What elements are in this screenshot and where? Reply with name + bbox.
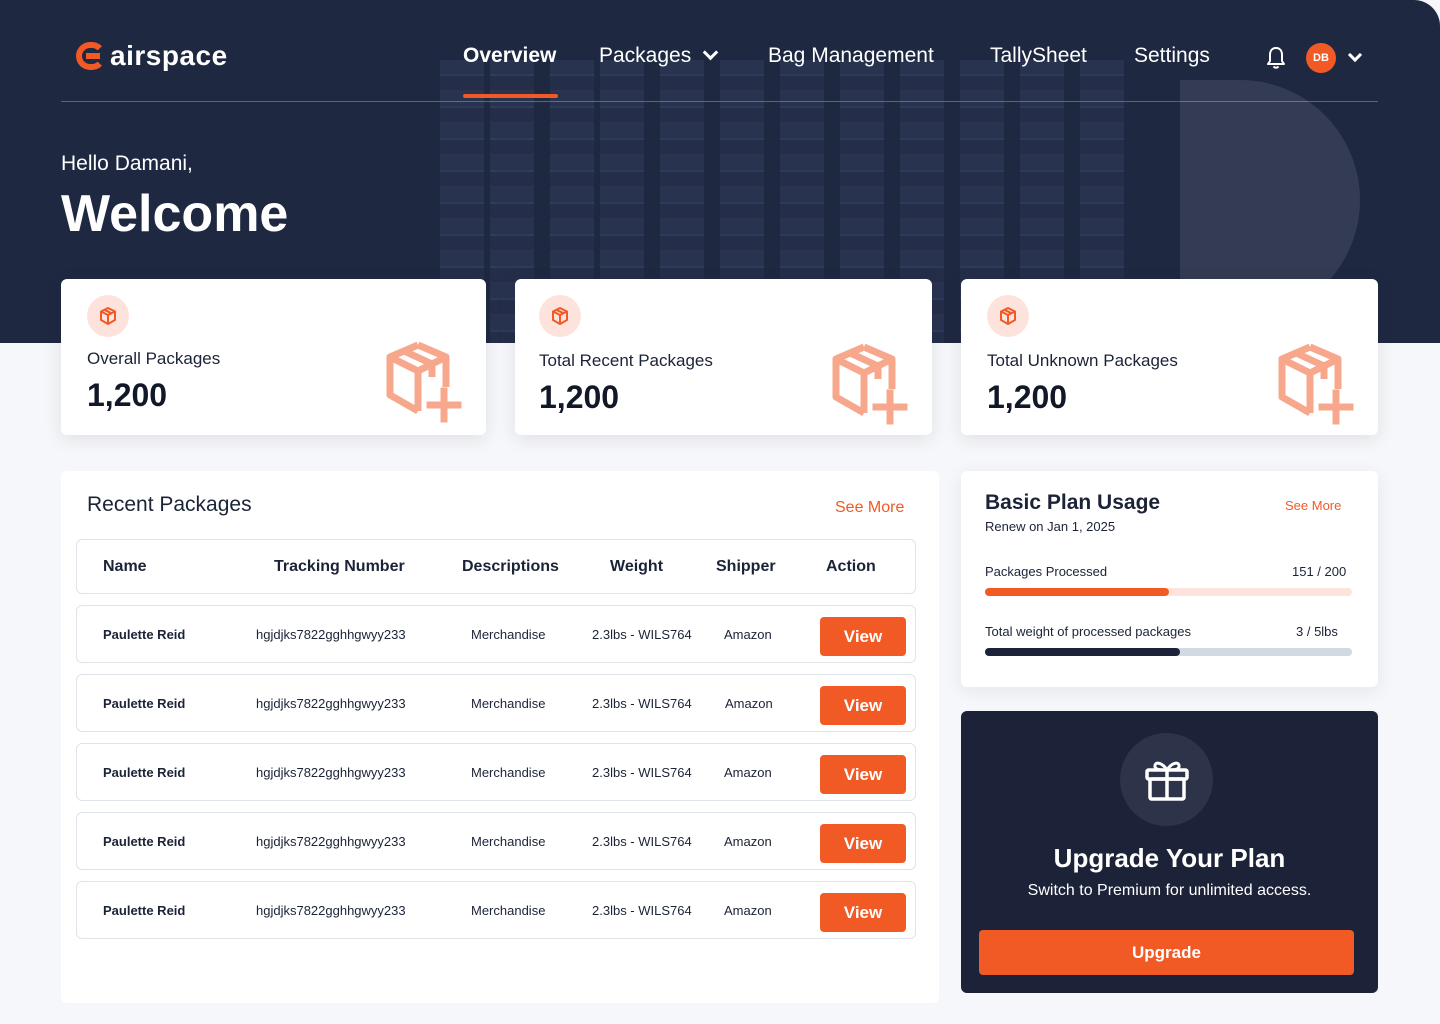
cell-name: Paulette Reid [103, 903, 186, 918]
column-header-action: Action [826, 558, 876, 575]
cell-description: Merchandise [471, 903, 546, 918]
plan-see-more-link[interactable]: See More [1285, 498, 1341, 513]
gift-icon [1120, 733, 1213, 826]
cell-tracking: hgjdjks7822gghhgwyy233 [256, 903, 406, 918]
metric-value-packages: 151 / 200 [1292, 564, 1347, 579]
package-add-icon [386, 341, 462, 423]
cell-shipper: Amazon [724, 765, 772, 780]
stat-card-overall: Overall Packages 1,200 [61, 279, 486, 435]
package-icon [539, 295, 581, 337]
weight-progress-fill [985, 648, 1180, 656]
cell-tracking: hgjdjks7822gghhgwyy233 [256, 765, 406, 780]
upgrade-button[interactable]: Upgrade [979, 930, 1354, 975]
table-row: Paulette Reid hgjdjks7822gghhgwyy233 Mer… [76, 812, 916, 870]
column-header-tracking: Tracking Number [274, 558, 405, 575]
cell-weight: 2.3lbs - WILS764 [592, 834, 692, 849]
cell-description: Merchandise [471, 696, 546, 711]
stat-value: 1,200 [987, 379, 1068, 415]
packages-progress-fill [985, 588, 1169, 596]
package-add-icon [832, 343, 908, 425]
cell-description: Merchandise [471, 834, 546, 849]
cell-shipper: Amazon [724, 627, 772, 642]
cell-description: Merchandise [471, 765, 546, 780]
user-menu-chevron-icon[interactable] [1347, 47, 1363, 63]
airspace-logo[interactable]: airspace [76, 40, 228, 72]
cell-weight: 2.3lbs - WILS764 [592, 903, 692, 918]
cell-shipper: Amazon [725, 696, 773, 711]
column-header-name: Name [103, 558, 147, 575]
packages-progress-bar [985, 588, 1352, 596]
metric-label-weight: Total weight of processed packages [985, 624, 1191, 639]
table-header: Name Tracking Number Descriptions Weight… [76, 539, 916, 594]
metric-label-packages: Packages Processed [985, 564, 1108, 579]
stat-value: 1,200 [87, 377, 168, 413]
greeting-text: Hello Damani, [61, 152, 193, 175]
upgrade-subtitle: Switch to Premium for unlimited access. [1027, 882, 1312, 899]
column-header-weight: Weight [610, 558, 664, 575]
bell-icon[interactable] [1266, 46, 1286, 70]
cell-name: Paulette Reid [103, 834, 186, 849]
welcome-title: Welcome [61, 185, 289, 243]
cell-name: Paulette Reid [103, 696, 186, 711]
nav-active-indicator [463, 94, 558, 98]
top-navigation: airspace Overview Packages Bag Managemen… [61, 0, 1378, 102]
cell-weight: 2.3lbs - WILS764 [592, 765, 692, 780]
view-button[interactable]: View [820, 686, 906, 725]
package-icon [987, 295, 1029, 337]
nav-packages[interactable]: Packages [599, 44, 719, 68]
column-header-shipper: Shipper [716, 558, 776, 575]
nav-packages-label: Packages [599, 44, 692, 67]
recent-packages-see-more-link[interactable]: See More [835, 499, 904, 517]
stat-label: Total Recent Packages [539, 351, 713, 370]
stat-card-unknown: Total Unknown Packages 1,200 [961, 279, 1378, 435]
weight-progress-bar [985, 648, 1352, 656]
plan-title: Basic Plan Usage [985, 491, 1161, 514]
cell-tracking: hgjdjks7822gghhgwyy233 [256, 627, 406, 642]
chevron-down-icon [702, 44, 719, 61]
cell-tracking: hgjdjks7822gghhgwyy233 [256, 696, 406, 711]
package-icon [87, 295, 129, 337]
airspace-logo-mark [76, 42, 106, 70]
table-row: Paulette Reid hgjdjks7822gghhgwyy233 Mer… [76, 605, 916, 663]
stat-card-recent: Total Recent Packages 1,200 [515, 279, 932, 435]
recent-packages-title: Recent Packages [87, 493, 252, 516]
plan-renew-date: Renew on Jan 1, 2025 [985, 519, 1116, 534]
table-row: Paulette Reid hgjdjks7822gghhgwyy233 Mer… [76, 674, 916, 732]
recent-packages-panel: Recent Packages See More Name Tracking N… [61, 471, 939, 1003]
cell-weight: 2.3lbs - WILS764 [592, 696, 692, 711]
view-button[interactable]: View [820, 617, 906, 656]
nav-settings[interactable]: Settings [1134, 44, 1210, 68]
cell-name: Paulette Reid [103, 765, 186, 780]
stat-value: 1,200 [539, 379, 620, 415]
metric-value-weight: 3 / 5lbs [1296, 624, 1338, 639]
stat-label: Total Unknown Packages [987, 351, 1178, 370]
plan-usage-panel: Basic Plan Usage See More Renew on Jan 1… [961, 471, 1378, 687]
airspace-logo-text: airspace [110, 40, 228, 71]
stat-label: Overall Packages [87, 349, 221, 368]
cell-description: Merchandise [471, 627, 546, 642]
user-avatar[interactable]: DB [1306, 43, 1336, 73]
package-add-icon [1278, 343, 1354, 425]
cell-tracking: hgjdjks7822gghhgwyy233 [256, 834, 406, 849]
cell-name: Paulette Reid [103, 627, 186, 642]
upgrade-panel: Upgrade Your Plan Switch to Premium for … [961, 711, 1378, 993]
table-row: Paulette Reid hgjdjks7822gghhgwyy233 Mer… [76, 743, 916, 801]
view-button[interactable]: View [820, 755, 906, 794]
nav-tallysheet[interactable]: TallySheet [990, 44, 1087, 68]
nav-bag-management[interactable]: Bag Management [768, 44, 934, 68]
column-header-descriptions: Descriptions [462, 558, 559, 575]
view-button[interactable]: View [820, 893, 906, 932]
cell-weight: 2.3lbs - WILS764 [592, 627, 692, 642]
cell-shipper: Amazon [724, 903, 772, 918]
view-button[interactable]: View [820, 824, 906, 863]
nav-overview[interactable]: Overview [463, 44, 556, 68]
upgrade-title: Upgrade Your Plan [1053, 843, 1286, 873]
cell-shipper: Amazon [724, 834, 772, 849]
table-row: Paulette Reid hgjdjks7822gghhgwyy233 Mer… [76, 881, 916, 939]
